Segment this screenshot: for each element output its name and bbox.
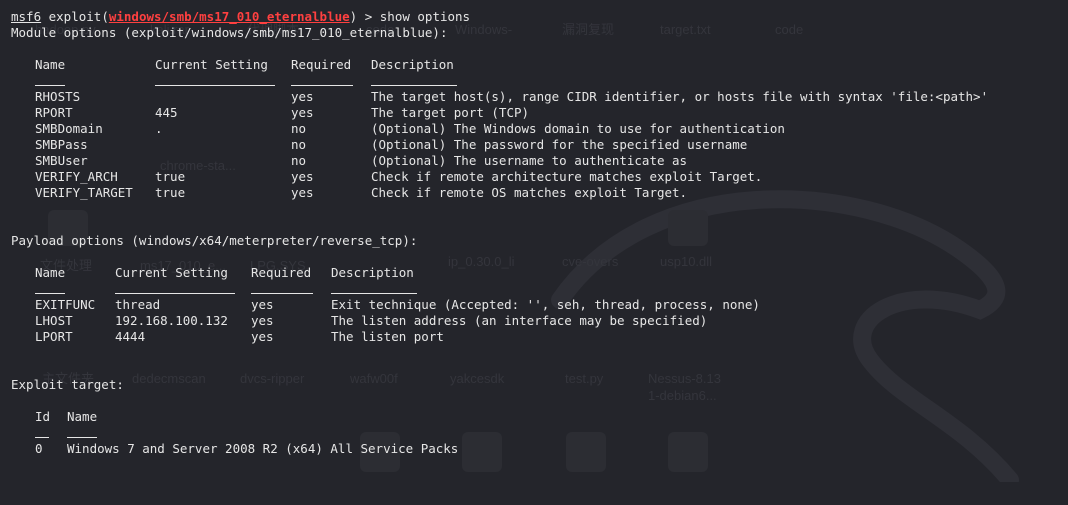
option-name: SMBUser bbox=[35, 153, 88, 168]
module-options-title: Module options (exploit/windows/smb/ms17… bbox=[11, 25, 448, 40]
option-name: VERIFY_TARGET bbox=[35, 185, 133, 200]
column-header: Id bbox=[35, 409, 51, 424]
option-description: Check if remote OS matches exploit Targe… bbox=[371, 185, 688, 200]
option-description: The listen port bbox=[331, 329, 444, 344]
option-value: thread bbox=[115, 297, 161, 312]
option-name: VERIFY_ARCH bbox=[35, 169, 118, 184]
table-row: VERIFY_TARGET true yes Check if remote O… bbox=[11, 185, 1061, 201]
terminal-output[interactable]: msf6 exploit(windows/smb/ms17_010_eterna… bbox=[11, 9, 1061, 457]
option-name: LHOST bbox=[35, 313, 73, 328]
option-name: RHOSTS bbox=[35, 89, 81, 104]
option-required: yes bbox=[291, 89, 314, 104]
option-required: yes bbox=[291, 169, 314, 184]
table-row: RPORT 445 yes The target port (TCP) bbox=[11, 105, 1061, 121]
table-row: SMBPass no (Optional) The password for t… bbox=[11, 137, 1061, 153]
option-value: true bbox=[155, 169, 186, 184]
option-required: yes bbox=[251, 313, 274, 328]
column-header: Current Setting bbox=[155, 57, 268, 72]
option-description: (Optional) The password for the specifie… bbox=[371, 137, 748, 152]
column-header: Name bbox=[35, 265, 66, 280]
option-description: (Optional) The Windows domain to use for… bbox=[371, 121, 785, 136]
option-description: Check if remote architecture matches exp… bbox=[371, 169, 763, 184]
option-required: no bbox=[291, 137, 307, 152]
table-row: SMBDomain . no (Optional) The Windows do… bbox=[11, 121, 1061, 137]
option-required: yes bbox=[291, 105, 314, 120]
option-name: EXITFUNC bbox=[35, 297, 96, 312]
column-header: Description bbox=[331, 265, 414, 280]
table-row: SMBUser no (Optional) The username to au… bbox=[11, 153, 1061, 169]
option-value: 4444 bbox=[115, 329, 146, 344]
option-value: . bbox=[155, 121, 163, 136]
option-required: yes bbox=[251, 329, 274, 344]
table-row: RHOSTS yes The target host(s), range CID… bbox=[11, 89, 1061, 105]
option-required: no bbox=[291, 153, 307, 168]
column-header: Name bbox=[67, 409, 98, 424]
table-row: 0 Windows 7 and Server 2008 R2 (x64) All… bbox=[11, 441, 1061, 457]
exploit-target-title: Exploit target: bbox=[11, 377, 124, 392]
option-value: 192.168.100.132 bbox=[115, 313, 228, 328]
column-header: Name bbox=[35, 57, 66, 72]
payload-options-header: Name Current Setting Required Descriptio… bbox=[11, 265, 1061, 281]
option-required: yes bbox=[251, 297, 274, 312]
column-header: Current Setting bbox=[115, 265, 228, 280]
header-rule bbox=[11, 281, 1061, 297]
table-row: VERIFY_ARCH true yes Check if remote arc… bbox=[11, 169, 1061, 185]
column-header: Required bbox=[251, 265, 312, 280]
header-rule bbox=[11, 73, 1061, 89]
header-rule bbox=[11, 425, 1061, 441]
target-id: 0 bbox=[35, 441, 43, 456]
exploit-target-header: Id Name bbox=[11, 409, 1061, 425]
target-name: Windows 7 and Server 2008 R2 (x64) All S… bbox=[67, 441, 459, 456]
option-value: 445 bbox=[155, 105, 178, 120]
option-name: RPORT bbox=[35, 105, 73, 120]
command-prompt-line: msf6 exploit(windows/smb/ms17_010_eterna… bbox=[11, 9, 1061, 25]
module-options-header: Name Current Setting Required Descriptio… bbox=[11, 57, 1061, 73]
option-name: LPORT bbox=[35, 329, 73, 344]
prompt-module: windows/smb/ms17_010_eternalblue bbox=[108, 9, 350, 24]
table-row: EXITFUNC thread yes Exit technique (Acce… bbox=[11, 297, 1061, 313]
column-header: Description bbox=[371, 57, 454, 72]
prompt-cmd-suffix: ) > show options bbox=[349, 9, 471, 24]
table-row: LHOST 192.168.100.132 yes The listen add… bbox=[11, 313, 1061, 329]
option-required: no bbox=[291, 121, 307, 136]
table-row: LPORT 4444 yes The listen port bbox=[11, 329, 1061, 345]
option-name: SMBPass bbox=[35, 137, 88, 152]
prompt-name: msf6 bbox=[11, 9, 42, 24]
payload-options-title: Payload options (windows/x64/meterpreter… bbox=[11, 233, 418, 248]
option-description: The target host(s), range CIDR identifie… bbox=[371, 89, 989, 104]
option-name: SMBDomain bbox=[35, 121, 103, 136]
option-description: (Optional) The username to authenticate … bbox=[371, 153, 688, 168]
option-value: true bbox=[155, 185, 186, 200]
prompt-cmd-prefix: exploit( bbox=[41, 9, 109, 24]
column-header: Required bbox=[291, 57, 352, 72]
option-description: Exit technique (Accepted: '', seh, threa… bbox=[331, 297, 760, 312]
option-description: The listen address (an interface may be … bbox=[331, 313, 708, 328]
option-required: yes bbox=[291, 185, 314, 200]
option-description: The target port (TCP) bbox=[371, 105, 530, 120]
